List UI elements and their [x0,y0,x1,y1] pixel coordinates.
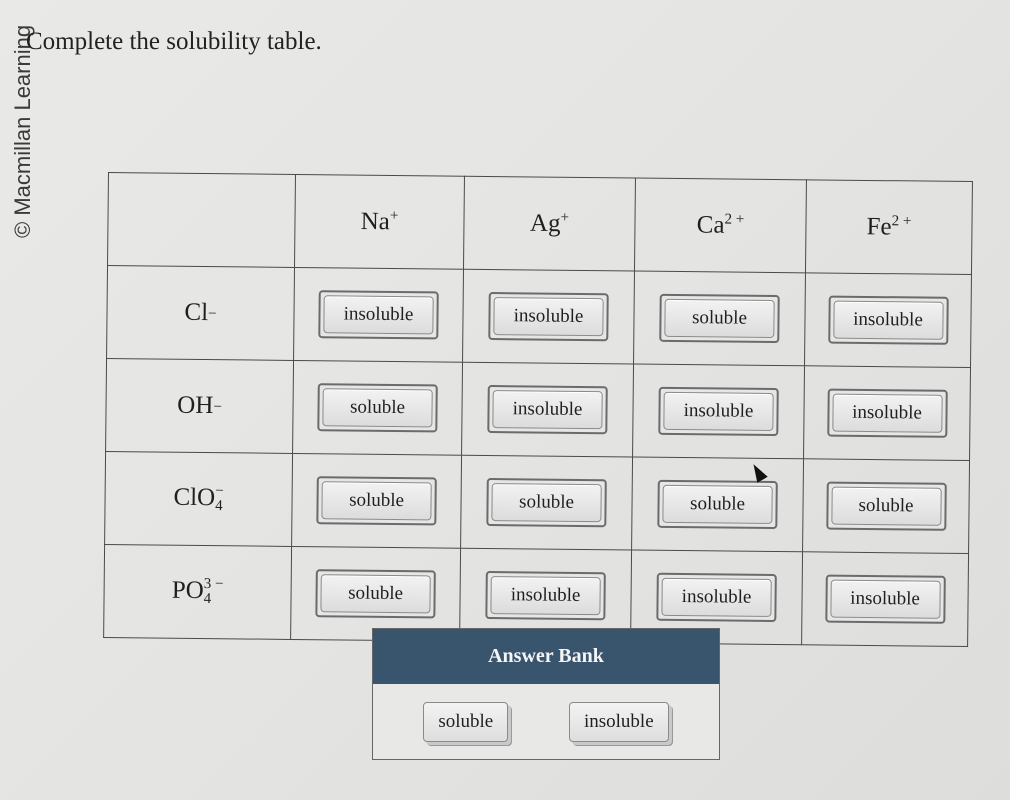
drop-slot[interactable]: soluble [633,271,806,366]
table-row: OH − soluble insoluble insoluble insolubl… [105,358,971,461]
answer-tile[interactable]: insoluble [318,290,439,340]
solubility-table: Na+ Ag+ Ca2 + Fe2 + Cl − insoluble insolu… [103,172,973,647]
drop-slot[interactable]: soluble [290,546,461,642]
drop-slot[interactable]: insoluble [803,365,971,461]
answer-tile[interactable]: insoluble [656,572,777,623]
drop-slot[interactable]: insoluble [801,551,969,647]
answer-bank-options: soluble insoluble [373,684,719,759]
cation-symbol: Ca [696,211,725,239]
answer-tile[interactable]: insoluble [487,384,608,435]
cation-symbol: Na [360,207,390,236]
anion-subscript: 4 [215,498,223,515]
answer-tile[interactable]: soluble [659,293,780,344]
drop-slot[interactable]: soluble [631,457,804,552]
header-row: Na+ Ag+ Ca2 + Fe2 + [107,172,973,275]
table-row: Cl − insoluble insoluble soluble insolubl… [106,265,972,368]
table-row: ClO −4 soluble soluble soluble soluble [104,451,970,554]
cation-header: Ag+ [463,176,636,272]
drop-slot[interactable]: insoluble [461,362,634,458]
anion-symbol: PO [171,576,204,604]
answer-tile[interactable]: insoluble [824,574,946,624]
cation-charge: 2 + [724,211,745,228]
corner-cell [107,172,296,268]
answer-tile[interactable]: soluble [317,383,438,433]
answer-tile[interactable]: soluble [657,479,778,530]
anion-subscript: 4 [203,591,212,608]
drop-slot[interactable]: insoluble [462,269,635,365]
cation-header: Ca2 + [634,178,807,273]
drop-slot[interactable]: soluble [292,360,463,456]
anion-header: Cl − [106,265,295,361]
answer-tile[interactable]: soluble [825,481,947,531]
anion-symbol: OH [177,391,214,420]
copyright-notice: © Macmillan Learning [10,24,35,238]
bank-tile-soluble[interactable]: soluble [423,701,509,742]
anion-symbol: ClO [173,483,216,511]
anion-charge: − [215,483,224,500]
answer-tile[interactable]: soluble [486,477,607,528]
answer-tile[interactable]: insoluble [488,291,609,342]
cation-charge: + [560,209,570,226]
drop-slot[interactable]: soluble [291,453,462,549]
answer-tile[interactable]: insoluble [658,386,779,437]
cation-symbol: Ag [529,209,561,237]
answer-bank: Answer Bank soluble insoluble [372,628,720,760]
cation-header: Fe2 + [805,179,973,275]
cation-charge: 2 + [891,213,912,230]
answer-tile[interactable]: insoluble [827,295,949,345]
bank-tile-insoluble[interactable]: insoluble [568,701,669,742]
anion-header: ClO −4 [104,451,293,547]
answer-bank-title: Answer Bank [373,629,719,684]
drop-slot[interactable]: insoluble [632,364,805,459]
anion-header: PO 3 −4 [103,544,292,640]
anion-header: OH − [105,358,294,454]
anion-charge: 3 − [203,576,224,593]
instructions: Complete the solubility table. [26,28,322,55]
drop-slot[interactable]: insoluble [804,272,972,368]
answer-tile[interactable]: insoluble [485,570,606,621]
answer-tile[interactable]: insoluble [826,388,948,438]
answer-tile[interactable]: soluble [316,476,437,526]
anion-charge: − [208,305,217,322]
anion-symbol: Cl [184,298,209,327]
cation-charge: + [389,207,399,224]
cation-header: Na+ [294,174,465,270]
anion-charge: − [213,398,222,415]
drop-slot[interactable]: soluble [460,455,633,551]
drop-slot[interactable]: insoluble [293,267,464,363]
drop-slot[interactable]: soluble [802,458,970,554]
answer-tile[interactable]: soluble [315,569,436,619]
cation-symbol: Fe [866,213,892,241]
